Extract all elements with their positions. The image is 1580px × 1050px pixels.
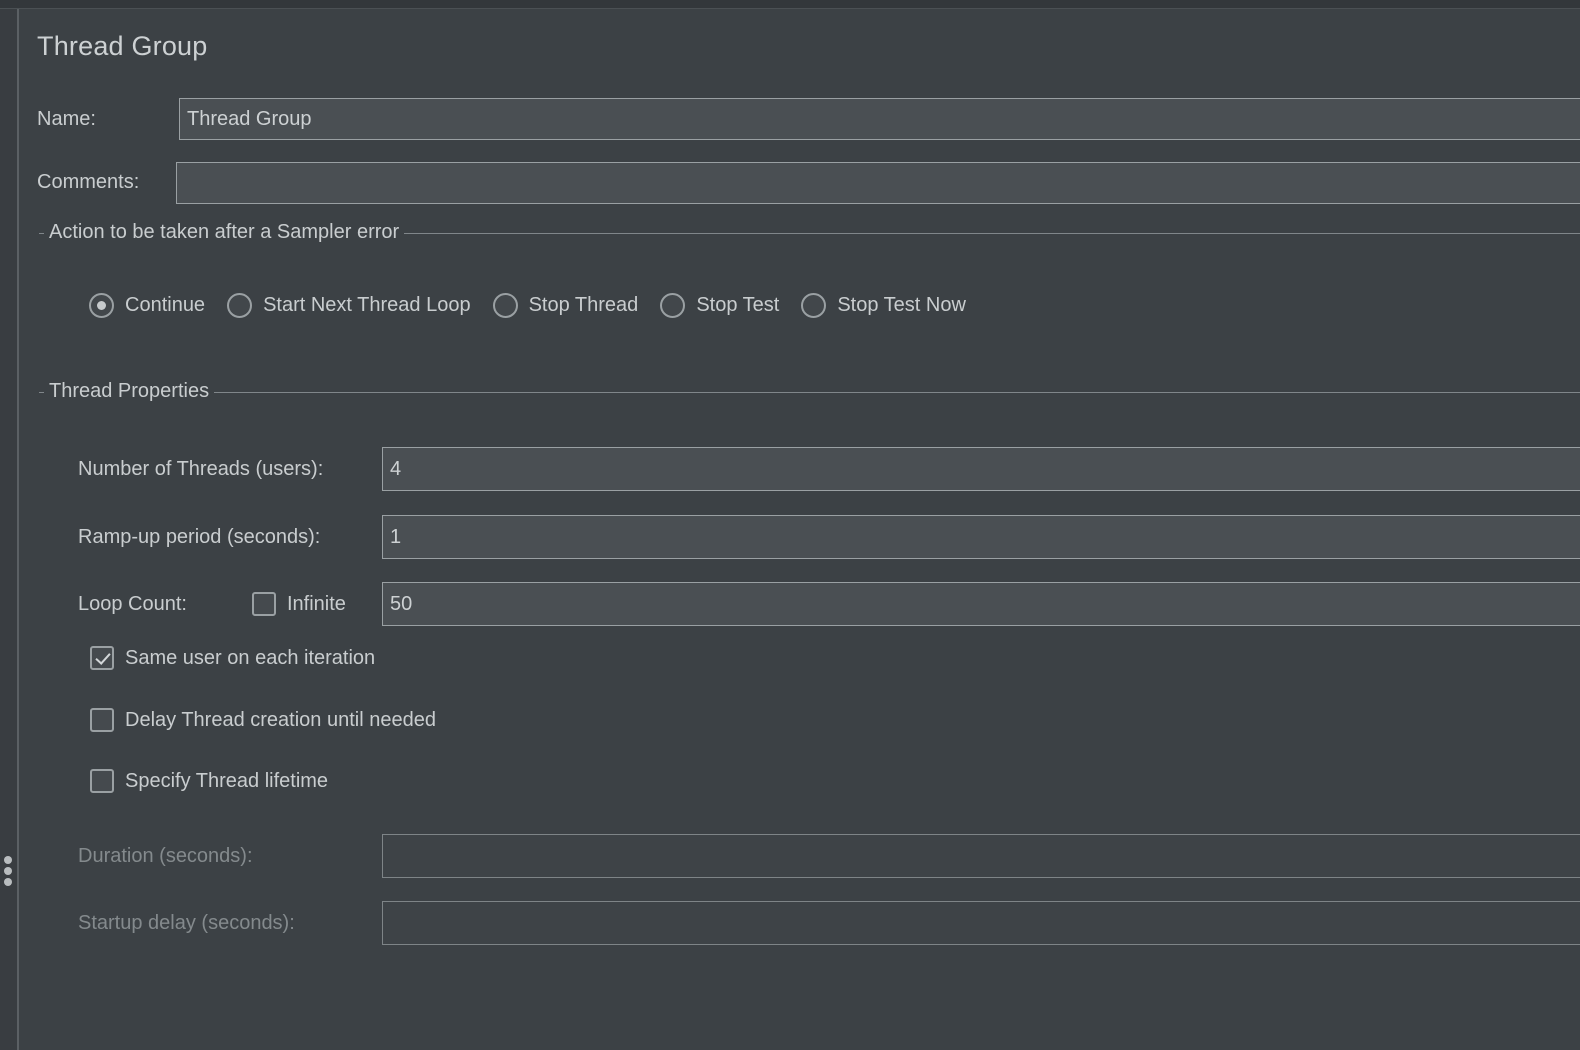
radio-stop-test-label: Stop Test xyxy=(696,294,779,317)
left-gutter xyxy=(0,9,17,1050)
radio-start-next-thread-loop[interactable]: Start Next Thread Loop xyxy=(227,293,471,318)
thread-properties-border-rule xyxy=(46,392,1580,393)
number-of-threads-input[interactable] xyxy=(382,447,1580,491)
sampler-error-group-title: Action to be taken after a Sampler error xyxy=(44,221,404,244)
number-of-threads-label: Number of Threads (users): xyxy=(78,458,323,481)
radio-unselected-icon xyxy=(493,293,518,318)
checkbox-checked-icon xyxy=(90,646,114,670)
comments-label: Comments: xyxy=(37,171,139,194)
radio-stop-thread-label: Stop Thread xyxy=(529,294,639,317)
ramp-up-period-input[interactable] xyxy=(382,515,1580,559)
radio-stop-test-now[interactable]: Stop Test Now xyxy=(801,293,966,318)
radio-unselected-icon xyxy=(660,293,685,318)
splitter-dot-icon xyxy=(4,878,12,886)
same-user-each-iteration-checkbox[interactable]: Same user on each iteration xyxy=(90,643,375,673)
startup-delay-label: Startup delay (seconds): xyxy=(78,912,295,935)
radio-selected-icon xyxy=(89,293,114,318)
radio-stop-test[interactable]: Stop Test xyxy=(660,293,779,318)
radio-unselected-icon xyxy=(227,293,252,318)
ramp-up-period-label: Ramp-up period (seconds): xyxy=(78,526,320,549)
duration-input[interactable] xyxy=(382,834,1580,878)
thread-properties-group-title: Thread Properties xyxy=(44,380,214,403)
name-label: Name: xyxy=(37,108,96,131)
splitter-dot-icon xyxy=(4,856,12,864)
radio-start-next-thread-loop-label: Start Next Thread Loop xyxy=(263,294,471,317)
loop-count-label: Loop Count: xyxy=(78,593,187,616)
thread-group-panel: Thread Group Name: Comments: Action to b… xyxy=(19,9,1580,1050)
comments-input[interactable] xyxy=(176,162,1580,204)
loop-count-input[interactable] xyxy=(382,582,1580,626)
infinite-checkbox-label: Infinite xyxy=(287,593,346,616)
same-user-each-iteration-label: Same user on each iteration xyxy=(125,647,375,670)
splitter-drag-handle-icon[interactable] xyxy=(3,856,13,886)
checkbox-unchecked-icon xyxy=(90,769,114,793)
radio-continue-label: Continue xyxy=(125,294,205,317)
radio-unselected-icon xyxy=(801,293,826,318)
page-title: Thread Group xyxy=(37,31,208,62)
delay-thread-creation-label: Delay Thread creation until needed xyxy=(125,709,436,732)
radio-stop-thread[interactable]: Stop Thread xyxy=(493,293,639,318)
name-input[interactable] xyxy=(179,98,1580,140)
specify-thread-lifetime-label: Specify Thread lifetime xyxy=(125,770,328,793)
delay-thread-creation-checkbox[interactable]: Delay Thread creation until needed xyxy=(90,705,436,735)
startup-delay-input[interactable] xyxy=(382,901,1580,945)
sampler-error-radio-group: Continue Start Next Thread Loop Stop Thr… xyxy=(89,287,988,323)
window-top-strip xyxy=(0,0,1580,8)
specify-thread-lifetime-checkbox[interactable]: Specify Thread lifetime xyxy=(90,766,328,796)
splitter-dot-icon xyxy=(4,867,12,875)
duration-label: Duration (seconds): xyxy=(78,845,253,868)
checkbox-unchecked-icon xyxy=(252,592,276,616)
infinite-checkbox[interactable]: Infinite xyxy=(252,589,346,619)
radio-stop-test-now-label: Stop Test Now xyxy=(837,294,966,317)
radio-continue[interactable]: Continue xyxy=(89,293,205,318)
checkbox-unchecked-icon xyxy=(90,708,114,732)
